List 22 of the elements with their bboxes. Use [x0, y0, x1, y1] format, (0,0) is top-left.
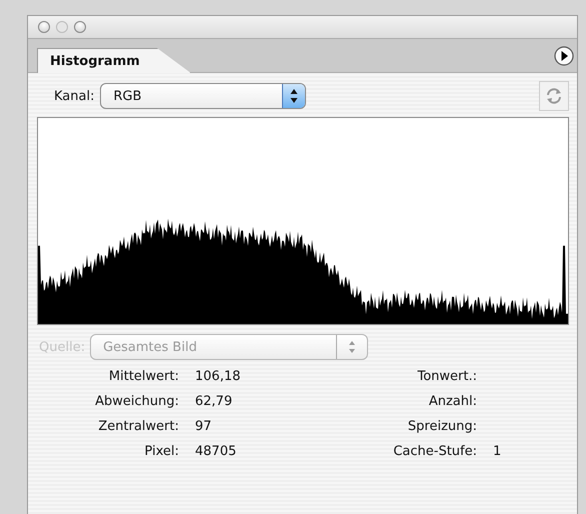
stepper-icon: [282, 84, 306, 108]
stat-value: 106,18: [195, 369, 242, 384]
panel-tab[interactable]: Histogramm: [37, 48, 191, 73]
stat-label: Abweichung:: [94, 394, 179, 409]
stat-value: 97: [195, 419, 213, 434]
stat-label: Mittelwert:: [108, 369, 179, 384]
stat-value: 1: [493, 444, 502, 459]
stat-label: Pixel:: [144, 444, 179, 459]
stat-label: Spreizung:: [406, 419, 477, 434]
close-button[interactable]: [38, 21, 50, 33]
stat-label: Cache-Stufe:: [392, 444, 477, 459]
stat-value: 48705: [195, 444, 238, 459]
stat-label: Anzahl:: [428, 394, 477, 409]
channel-label: Kanal:: [54, 88, 94, 104]
refresh-icon: [544, 86, 564, 106]
panel-menu-icon[interactable]: [554, 46, 574, 66]
refresh-button[interactable]: [539, 81, 569, 111]
stat-label: Tonwert.:: [416, 369, 477, 384]
stat-label: Zentralwert:: [97, 419, 179, 434]
stat-value: 62,79: [195, 394, 234, 409]
zoom-button[interactable]: [74, 21, 86, 33]
channel-dropdown[interactable]: RGB: [100, 83, 306, 109]
